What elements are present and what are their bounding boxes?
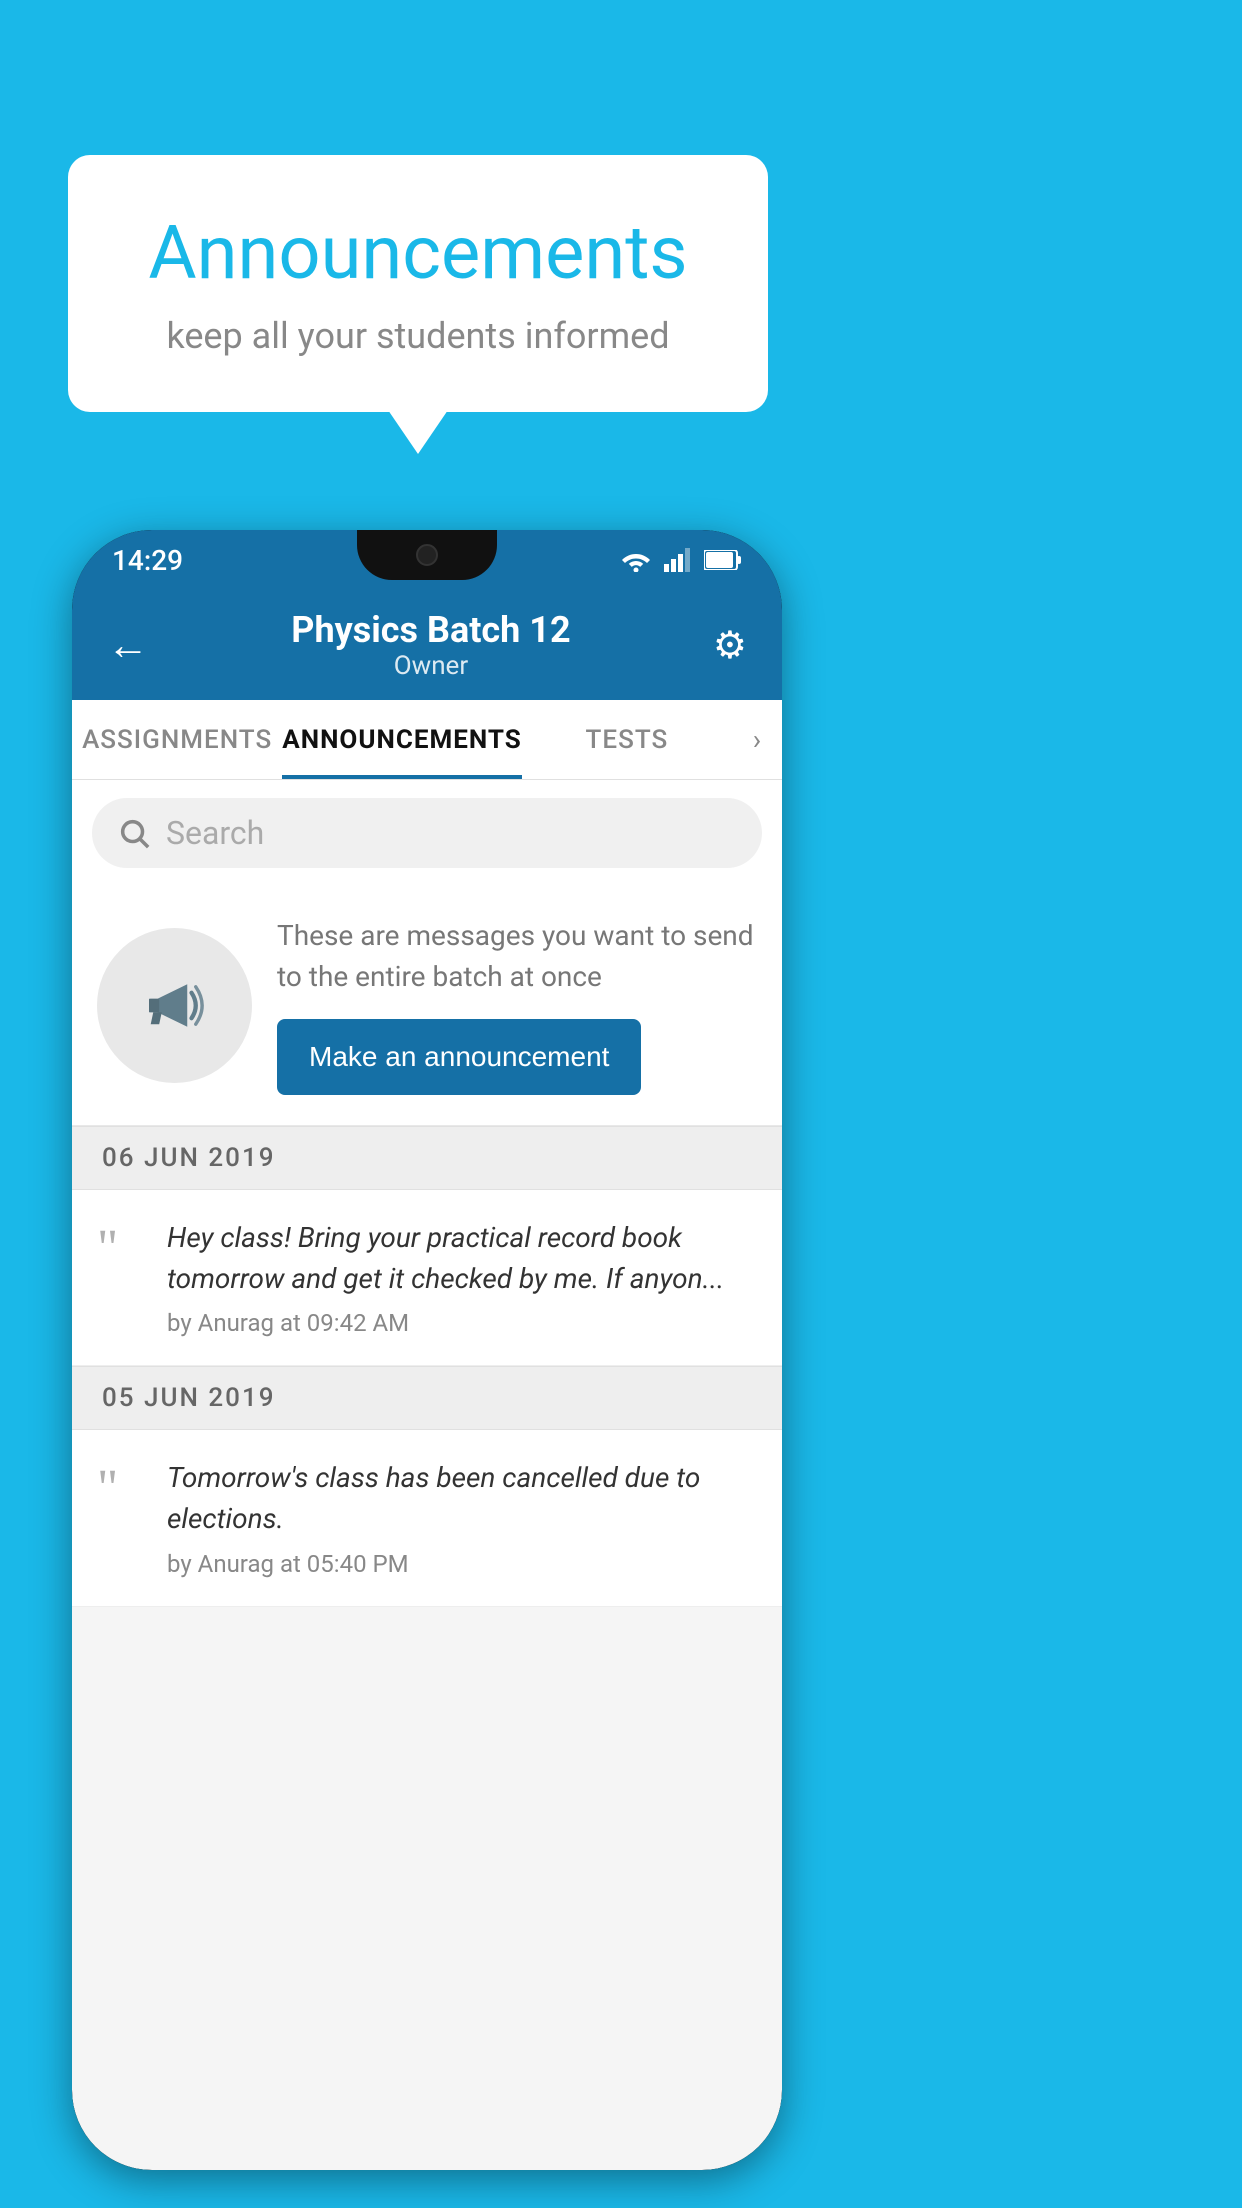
status-time: 14:29: [112, 544, 183, 577]
speech-bubble-subtitle: keep all your students informed: [128, 315, 708, 357]
phone-notch: [357, 530, 497, 580]
notch-camera: [416, 544, 438, 566]
announcement-meta-2: by Anurag at 05:40 PM: [167, 1550, 757, 1578]
search-placeholder: Search: [166, 814, 264, 852]
settings-button[interactable]: ⚙: [713, 623, 747, 668]
phone-screen: Search: [72, 780, 782, 2170]
megaphone-icon: [132, 963, 217, 1048]
search-icon: [117, 816, 151, 850]
announcement-content-2: Tomorrow's class has been cancelled due …: [167, 1458, 757, 1577]
make-announcement-button[interactable]: Make an announcement: [277, 1019, 641, 1095]
quote-icon-1: ": [97, 1223, 147, 1275]
search-bar-container: Search: [72, 780, 782, 886]
battery-icon: [704, 550, 742, 570]
promo-description: These are messages you want to send to t…: [277, 916, 757, 997]
tab-announcements[interactable]: ANNOUNCEMENTS: [282, 700, 521, 779]
announcement-text-2: Tomorrow's class has been cancelled due …: [167, 1458, 757, 1539]
phone-inner: 14:29: [72, 530, 782, 2170]
batch-title: Physics Batch 12: [149, 609, 713, 651]
promo-icon-circle: [97, 928, 252, 1083]
announcement-item-2[interactable]: " Tomorrow's class has been cancelled du…: [72, 1430, 782, 1606]
batch-role: Owner: [149, 651, 713, 681]
phone-wrapper: 14:29: [72, 530, 782, 2170]
tab-more[interactable]: ›: [732, 700, 782, 779]
tab-tests[interactable]: TESTS: [522, 700, 732, 779]
wifi-icon: [620, 548, 652, 572]
speech-bubble-container: Announcements keep all your students inf…: [68, 155, 768, 412]
tab-assignments[interactable]: ASSIGNMENTS: [72, 700, 282, 779]
announcement-content-1: Hey class! Bring your practical record b…: [167, 1218, 757, 1337]
promo-section: These are messages you want to send to t…: [72, 886, 782, 1126]
phone-outer: 14:29: [72, 530, 782, 2170]
search-bar[interactable]: Search: [92, 798, 762, 868]
announcement-text-1: Hey class! Bring your practical record b…: [167, 1218, 757, 1299]
announcement-item-1[interactable]: " Hey class! Bring your practical record…: [72, 1190, 782, 1366]
date-separator-2: 05 JUN 2019: [72, 1366, 782, 1430]
back-button[interactable]: ←: [107, 621, 149, 670]
announcement-meta-1: by Anurag at 09:42 AM: [167, 1309, 757, 1337]
signal-icon: [664, 548, 692, 572]
promo-right: These are messages you want to send to t…: [277, 916, 757, 1095]
quote-icon-2: ": [97, 1463, 147, 1515]
speech-bubble: Announcements keep all your students inf…: [68, 155, 768, 412]
tabs-container: ASSIGNMENTS ANNOUNCEMENTS TESTS ›: [72, 700, 782, 780]
app-header: ← Physics Batch 12 Owner ⚙: [72, 590, 782, 700]
header-center: Physics Batch 12 Owner: [149, 609, 713, 681]
date-separator-1: 06 JUN 2019: [72, 1126, 782, 1190]
speech-bubble-title: Announcements: [128, 210, 708, 297]
status-icons: [620, 548, 742, 572]
status-bar: 14:29: [72, 530, 782, 590]
